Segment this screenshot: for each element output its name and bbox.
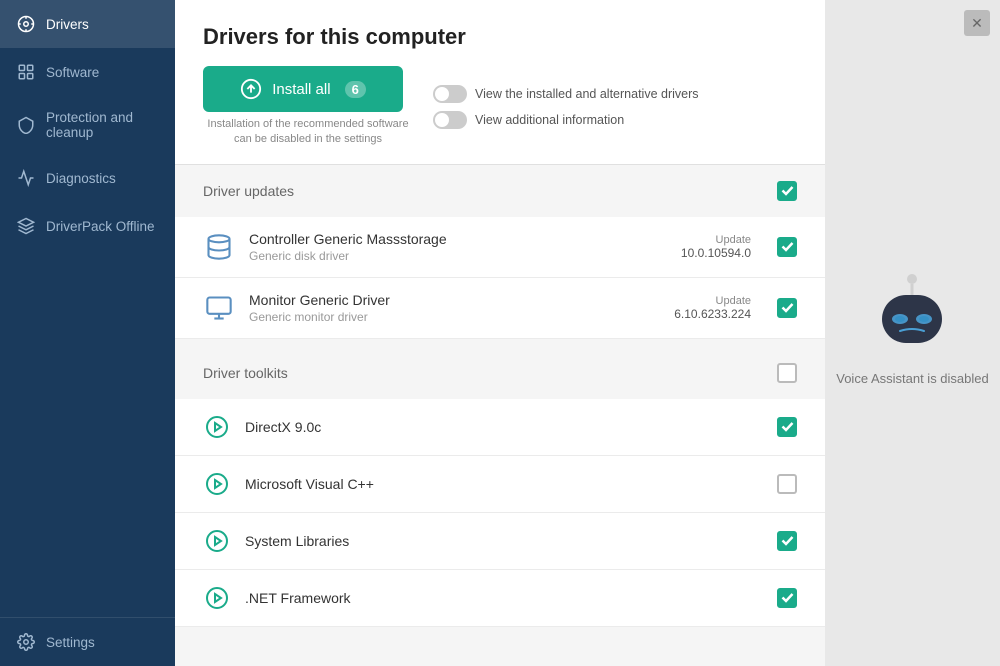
content-area: Driver updates Controller Generic Massst…	[175, 165, 825, 666]
sidebar-item-diagnostics[interactable]: Diagnostics	[0, 154, 175, 202]
toggle2-label: View additional information	[475, 113, 624, 127]
driver-updates-checkbox[interactable]	[777, 181, 797, 201]
toggle-row-2: View additional information	[433, 111, 699, 129]
driver-1-update-label: Update	[681, 234, 751, 246]
software-icon	[16, 62, 36, 82]
install-icon	[240, 78, 262, 100]
sidebar: Drivers Software Protection and cleanup	[0, 0, 175, 666]
sidebar-offline-label: DriverPack Offline	[46, 219, 155, 234]
driver-row-1: Controller Generic Massstorage Generic d…	[175, 217, 825, 278]
sidebar-item-offline[interactable]: DriverPack Offline	[0, 202, 175, 250]
driver-2-name: Monitor Generic Driver	[249, 292, 660, 308]
toolkit-1-info: DirectX 9.0c	[245, 419, 763, 435]
driver-2-update-label: Update	[674, 295, 751, 307]
install-all-button[interactable]: Install all 6	[203, 66, 403, 112]
syslib-icon	[203, 527, 231, 555]
driver-updates-section-header: Driver updates	[175, 165, 825, 217]
toolkit-4-checkbox[interactable]	[777, 588, 797, 608]
driver-toolkits-section-header: Driver toolkits	[175, 347, 825, 399]
sidebar-drivers-label: Drivers	[46, 17, 89, 32]
driver-1-checkbox[interactable]	[777, 237, 797, 257]
driver-2-checkbox[interactable]	[777, 298, 797, 318]
sidebar-item-settings[interactable]: Settings	[0, 618, 175, 666]
toolkit-2-info: Microsoft Visual C++	[245, 476, 763, 492]
vcpp-icon	[203, 470, 231, 498]
sidebar-bottom: Settings	[0, 617, 175, 666]
toolkit-row-2: Microsoft Visual C++	[175, 456, 825, 513]
driver-1-name: Controller Generic Massstorage	[249, 231, 667, 247]
install-badge: 6	[345, 81, 366, 98]
protection-icon	[16, 115, 36, 135]
toolkit-row-3: System Libraries	[175, 513, 825, 570]
drivers-icon	[16, 14, 36, 34]
toolkit-1-name: DirectX 9.0c	[245, 419, 763, 435]
toolkit-4-name: .NET Framework	[245, 590, 763, 606]
sidebar-protection-label: Protection and cleanup	[46, 110, 159, 140]
toolkit-2-checkbox[interactable]	[777, 474, 797, 494]
toggle1-label: View the installed and alternative drive…	[475, 87, 699, 101]
driver-toolkits-checkbox[interactable]	[777, 363, 797, 383]
dotnet-icon	[203, 584, 231, 612]
settings-label: Settings	[46, 635, 95, 650]
driver-1-update: Update 10.0.10594.0	[681, 234, 751, 260]
driver-2-update: Update 6.10.6233.224	[674, 295, 751, 321]
install-note: Installation of the recommended software…	[203, 117, 413, 148]
driver-updates-title: Driver updates	[203, 183, 294, 199]
toolkit-3-checkbox[interactable]	[777, 531, 797, 551]
right-panel: ✕ Voice Assistant is disabled	[825, 0, 1000, 666]
install-btn-wrapper: Install all 6 Installation of the recomm…	[203, 66, 413, 148]
driver-row-2: Monitor Generic Driver Generic monitor d…	[175, 278, 825, 339]
toolkit-row-4: .NET Framework	[175, 570, 825, 627]
toolkit-3-name: System Libraries	[245, 533, 763, 549]
driver-2-version: 6.10.6233.224	[674, 307, 751, 321]
driver-2-info: Monitor Generic Driver Generic monitor d…	[249, 292, 660, 324]
toolkit-row-1: DirectX 9.0c	[175, 399, 825, 456]
sidebar-item-drivers[interactable]: Drivers	[0, 0, 175, 48]
driver-toolkits-title: Driver toolkits	[203, 365, 288, 381]
toolkit-1-checkbox[interactable]	[777, 417, 797, 437]
driver-1-info: Controller Generic Massstorage Generic d…	[249, 231, 667, 263]
robot-svg	[872, 273, 952, 363]
diagnostics-icon	[16, 168, 36, 188]
toggle-row-1: View the installed and alternative drive…	[433, 85, 699, 103]
toggles-container: View the installed and alternative drive…	[433, 85, 699, 129]
sidebar-diagnostics-label: Diagnostics	[46, 171, 116, 186]
offline-icon	[16, 216, 36, 236]
sidebar-software-label: Software	[46, 65, 99, 80]
driver-1-sub: Generic disk driver	[249, 249, 667, 263]
close-button[interactable]: ✕	[964, 10, 990, 36]
voice-assistant-text: Voice Assistant is disabled	[836, 370, 988, 388]
toggle-additional-info[interactable]	[433, 111, 467, 129]
driver-2-sub: Generic monitor driver	[249, 310, 660, 324]
toolkit-2-name: Microsoft Visual C++	[245, 476, 763, 492]
toolkit-3-info: System Libraries	[245, 533, 763, 549]
page-title: Drivers for this computer	[203, 24, 797, 50]
toolkit-4-info: .NET Framework	[245, 590, 763, 606]
directx-icon	[203, 413, 231, 441]
main-header: Drivers for this computer Install all 6 …	[175, 0, 825, 165]
header-controls: Install all 6 Installation of the recomm…	[203, 66, 797, 148]
driver-1-version: 10.0.10594.0	[681, 246, 751, 260]
robot-container: Voice Assistant is disabled	[836, 278, 988, 388]
sidebar-item-protection[interactable]: Protection and cleanup	[0, 96, 175, 154]
monitor-icon	[203, 292, 235, 324]
settings-icon	[16, 632, 36, 652]
install-btn-label: Install all	[272, 81, 330, 98]
main-content: Drivers for this computer Install all 6 …	[175, 0, 825, 666]
robot-body	[872, 278, 952, 358]
disk-icon	[203, 231, 235, 263]
sidebar-item-software[interactable]: Software	[0, 48, 175, 96]
toggle-installed-drivers[interactable]	[433, 85, 467, 103]
